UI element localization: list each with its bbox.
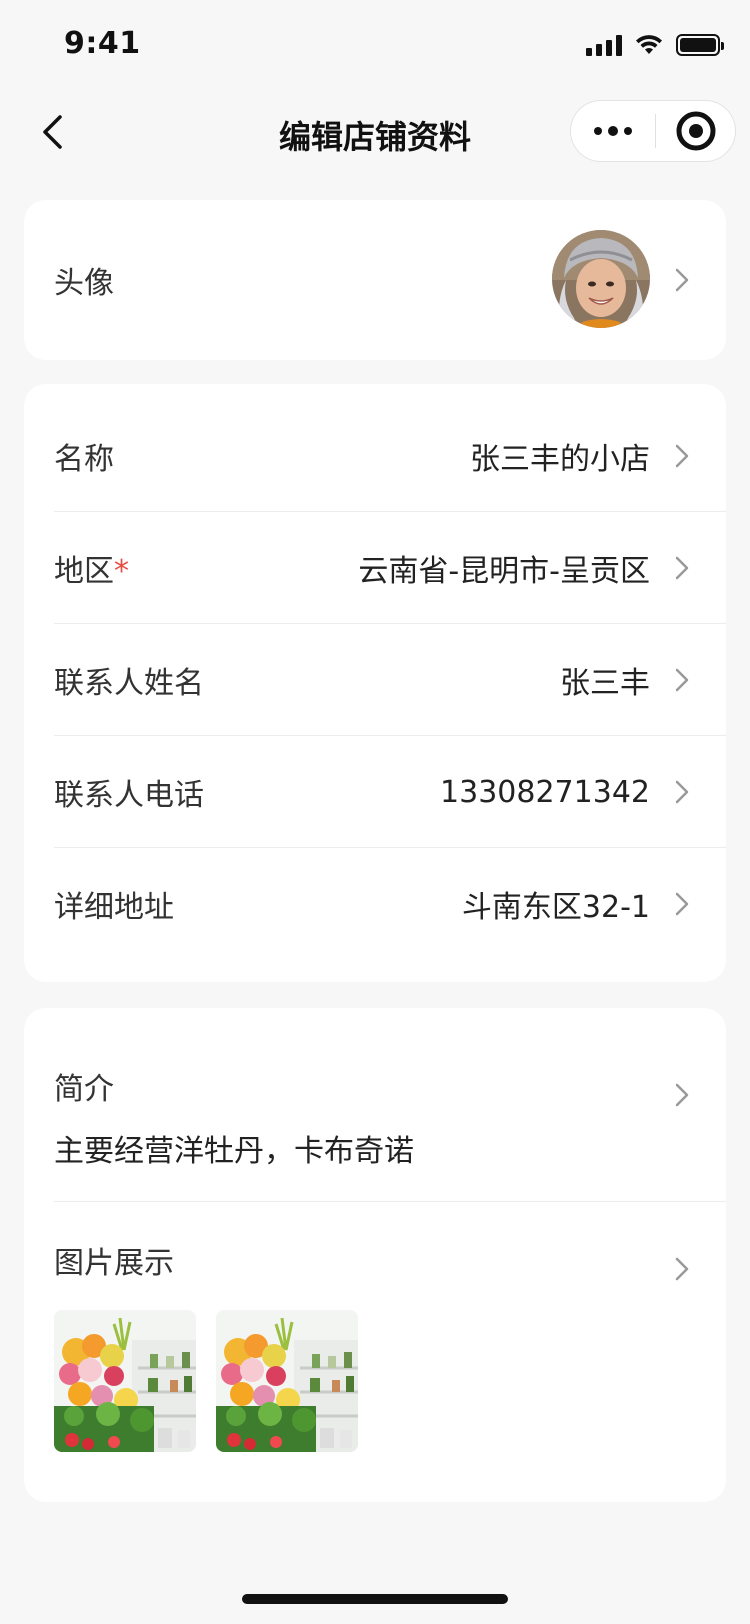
contact-name-value: 张三丰 (560, 666, 650, 701)
status-icons (586, 30, 724, 60)
intro-gallery-card: 简介 主要经营洋牡丹，卡布奇诺 图片展示 (24, 1008, 726, 1502)
chevron-right-icon (675, 1083, 689, 1107)
region-row[interactable]: 地区* 云南省-昆明市-呈贡区 (24, 512, 726, 624)
chevron-right-icon (675, 268, 689, 292)
address-label: 详细地址 (54, 890, 174, 925)
gallery-image[interactable] (216, 1310, 358, 1452)
contact-phone-label: 联系人电话 (54, 778, 204, 813)
gallery-thumbnails (54, 1310, 358, 1452)
name-row[interactable]: 名称 张三丰的小店 (24, 400, 726, 512)
chevron-right-icon (675, 668, 689, 692)
chevron-right-icon (675, 556, 689, 580)
more-button[interactable] (571, 101, 655, 161)
chevron-right-icon (675, 780, 689, 804)
name-value: 张三丰的小店 (470, 442, 650, 477)
address-value: 斗南东区32-1 (461, 890, 650, 925)
nav-bar: 编辑店铺资料 (0, 88, 750, 176)
avatar[interactable] (552, 230, 650, 328)
signal-icon (586, 34, 622, 56)
chevron-right-icon (675, 444, 689, 468)
region-value: 云南省-昆明市-呈贡区 (358, 554, 650, 589)
name-label: 名称 (54, 442, 114, 477)
contact-name-label: 联系人姓名 (54, 666, 204, 701)
intro-label: 简介 (54, 1072, 114, 1107)
region-label-text: 地区 (54, 554, 114, 589)
mini-program-capsule (570, 100, 736, 162)
gallery-label: 图片展示 (54, 1246, 174, 1281)
status-time: 9:41 (64, 26, 141, 61)
contact-name-row[interactable]: 联系人姓名 张三丰 (24, 624, 726, 736)
chevron-right-icon (675, 892, 689, 916)
status-bar: 9:41 (0, 0, 750, 88)
contact-phone-value: 13308271342 (440, 774, 650, 810)
region-label: 地区* (54, 546, 129, 590)
intro-row[interactable]: 简介 主要经营洋牡丹，卡布奇诺 (24, 1008, 726, 1202)
avatar-card: 头像 (24, 200, 726, 360)
close-mini-program-button[interactable] (656, 101, 735, 161)
address-row[interactable]: 详细地址 斗南东区32-1 (24, 848, 726, 960)
more-dots-icon (594, 126, 632, 136)
home-indicator (242, 1594, 508, 1604)
battery-icon (676, 34, 724, 56)
avatar-row[interactable]: 头像 (24, 200, 726, 360)
chevron-right-icon (675, 1257, 689, 1281)
intro-text: 主要经营洋牡丹，卡布奇诺 (54, 1134, 414, 1169)
wifi-icon (636, 35, 662, 54)
target-close-icon (676, 111, 715, 151)
avatar-label: 头像 (54, 266, 114, 301)
gallery-image[interactable] (54, 1310, 196, 1452)
required-mark: * (114, 554, 129, 589)
contact-phone-row[interactable]: 联系人电话 13308271342 (24, 736, 726, 848)
store-info-card: 名称 张三丰的小店 地区* 云南省-昆明市-呈贡区 联系人姓名 张三丰 联系人电… (24, 384, 726, 982)
